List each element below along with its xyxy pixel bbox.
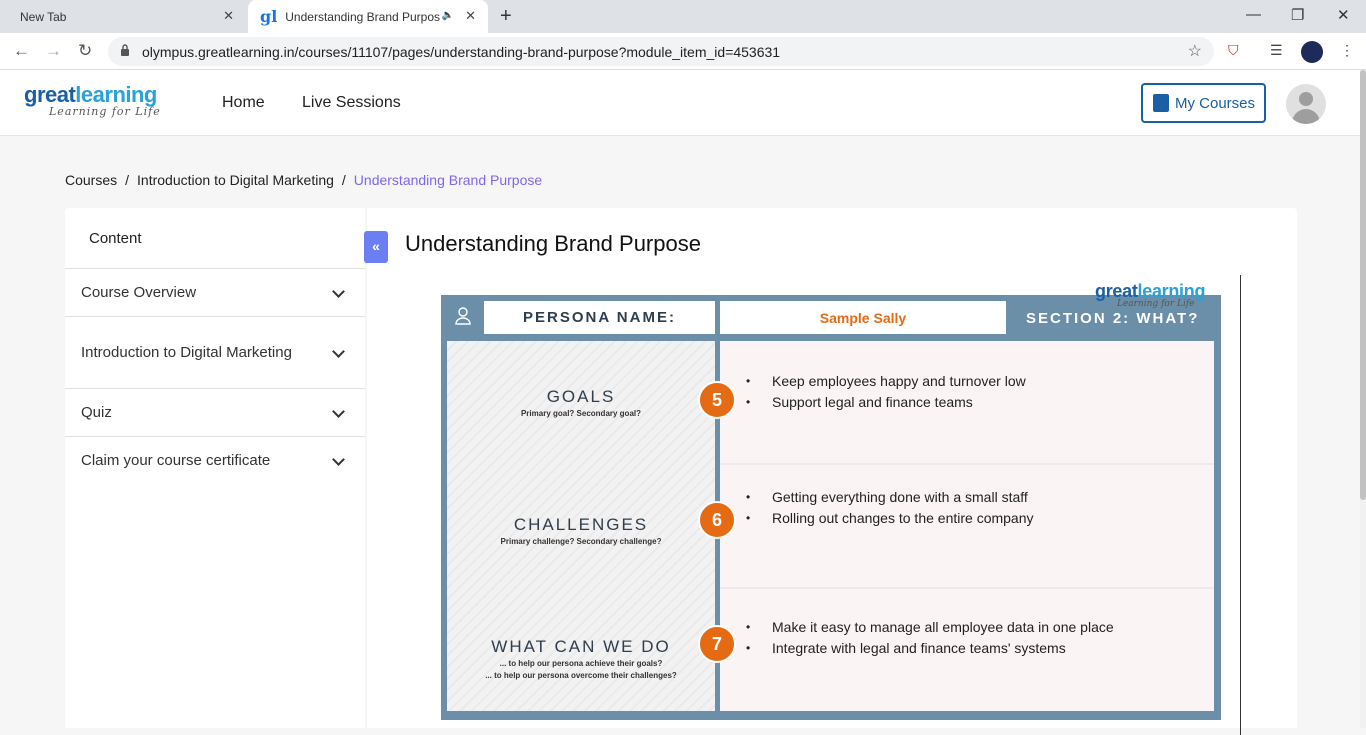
row-divider	[720, 463, 1214, 465]
bullet-item: Integrate with legal and finance teams' …	[746, 638, 1114, 659]
profile-avatar-icon[interactable]	[1301, 41, 1323, 63]
new-tab-plus-icon[interactable]: +	[500, 5, 512, 28]
persona-slide-image: PERSONA NAME: Sample Sally SECTION 2: WH…	[441, 295, 1221, 720]
number-badge: 6	[698, 501, 736, 539]
challenges-bullets: Getting everything done with a small sta…	[746, 487, 1034, 529]
section-label: SECTION 2: WHAT?	[1026, 310, 1200, 327]
media-queue-icon[interactable]: ☰	[1270, 42, 1283, 59]
sidebar-heading: Content	[89, 230, 142, 247]
back-arrow-icon[interactable]: ←	[13, 41, 30, 61]
page-scrollbar[interactable]	[1360, 70, 1366, 728]
address-bar[interactable]: olympus.greatlearning.in/courses/11107/p…	[108, 37, 1214, 66]
row-title-what-can-we-do: WHAT CAN WE DO	[491, 637, 671, 656]
tab-label: Understanding Brand Purpos	[285, 9, 441, 24]
double-chevron-left-icon: «	[372, 238, 380, 254]
breadcrumb: Courses / Introduction to Digital Market…	[65, 172, 542, 188]
row-title-challenges: CHALLENGES	[513, 515, 649, 534]
sidebar-item-label: Quiz	[81, 403, 112, 421]
row-subtitle: Primary goal? Secondary goal?	[520, 409, 642, 418]
breadcrumb-separator: /	[125, 172, 130, 188]
main-content: Understanding Brand Purpose greatlearnin…	[367, 208, 1297, 735]
row-subtitle: ... to help our persona achieve their go…	[499, 659, 663, 668]
chevron-down-icon	[332, 404, 345, 418]
goals-bullets: Keep employees happy and turnover low Su…	[746, 371, 1026, 413]
sidebar-item-label: Introduction to Digital Marketing	[81, 343, 292, 361]
sidebar-item-label: Course Overview	[81, 283, 197, 301]
scrollbar-thumb[interactable]	[1360, 70, 1366, 500]
lock-icon	[121, 44, 129, 56]
sidebar-item-claim-certificate[interactable]: Claim your course certificate	[65, 436, 365, 484]
browser-tab-bar: New Tab ✕ gl Understanding Brand Purpos …	[0, 0, 1366, 33]
row-title-goals: GOALS	[546, 387, 616, 406]
bullet-item: Getting everything done with a small sta…	[746, 487, 1034, 508]
what-can-we-do-bullets: Make it easy to manage all employee data…	[746, 617, 1114, 659]
row-subtitle: ... to help our persona overcome their c…	[485, 671, 677, 680]
sidebar-item-course-overview[interactable]: Course Overview	[65, 268, 365, 316]
collapse-sidebar-button[interactable]: «	[364, 231, 388, 263]
number-badge: 5	[698, 381, 736, 419]
avatar-head-shape	[1299, 92, 1313, 106]
greatlearning-favicon-icon: gl	[260, 7, 278, 26]
persona-name-label: PERSONA NAME:	[484, 301, 715, 334]
bookmark-star-icon[interactable]: ☆	[1188, 41, 1202, 61]
chevron-down-icon	[332, 452, 345, 466]
watermark-word-learning: learning	[1137, 281, 1206, 301]
sidebar-item-label: Claim your course certificate	[81, 451, 271, 469]
logo-tagline: Learning for Life	[49, 105, 161, 118]
page-title: Understanding Brand Purpose	[405, 231, 701, 256]
greatlearning-logo[interactable]: greatlearning Learning for Life	[24, 84, 161, 118]
person-icon	[455, 307, 471, 325]
row-subtitle: Primary challenge? Secondary challenge?	[500, 537, 662, 546]
number-badge: 7	[698, 625, 736, 663]
tab-understanding-brand-purpose[interactable]: gl Understanding Brand Purpos 🔈 ✕	[248, 0, 488, 33]
chevron-down-icon	[332, 344, 345, 358]
breadcrumb-courses[interactable]: Courses	[65, 172, 117, 188]
minimize-icon[interactable]: —	[1246, 6, 1261, 23]
tab-label: New Tab	[20, 9, 67, 24]
logo-word-learning: learning	[75, 82, 157, 107]
close-icon[interactable]: ✕	[465, 8, 476, 24]
persona-name-value: Sample Sally	[720, 301, 1006, 334]
avatar-body-shape	[1292, 109, 1320, 124]
content-sidebar: Content Course Overview Introduction to …	[65, 208, 365, 728]
browser-toolbar: ← → ↻ olympus.greatlearning.in/courses/1…	[0, 33, 1366, 70]
content-divider	[1240, 275, 1241, 735]
watermark-tagline: Learning for Life	[1117, 299, 1195, 309]
breadcrumb-current: Understanding Brand Purpose	[353, 172, 543, 188]
logo-word-great: great	[24, 82, 76, 107]
chevron-down-icon	[332, 284, 345, 298]
tab-new-tab[interactable]: New Tab ✕	[0, 0, 246, 33]
close-icon[interactable]: ✕	[223, 8, 234, 24]
nav-live-sessions-link[interactable]: Live Sessions	[302, 94, 401, 112]
site-header: greatlearning Learning for Life Home Liv…	[0, 70, 1366, 136]
reload-icon[interactable]: ↻	[78, 41, 92, 61]
bullet-item: Rolling out changes to the entire compan…	[746, 508, 1034, 529]
row-divider	[720, 587, 1214, 589]
my-courses-button[interactable]: My Courses	[1141, 83, 1266, 123]
book-icon	[1153, 94, 1169, 112]
sidebar-item-quiz[interactable]: Quiz	[65, 388, 365, 436]
extension-shield-icon[interactable]: ⛉	[1228, 42, 1239, 59]
window-close-icon[interactable]: ✕	[1337, 6, 1350, 24]
breadcrumb-intro-digital-marketing[interactable]: Introduction to Digital Marketing	[137, 172, 334, 188]
sidebar-item-intro-digital-marketing[interactable]: Introduction to Digital Marketing	[65, 316, 365, 388]
menu-kebab-icon[interactable]: ⋮	[1340, 42, 1354, 59]
slide-watermark-logo: greatlearning Learning for Life	[1095, 281, 1206, 309]
user-avatar[interactable]	[1286, 84, 1326, 124]
url-text: olympus.greatlearning.in/courses/11107/p…	[142, 44, 781, 60]
speaker-icon[interactable]: 🔈	[442, 10, 454, 21]
nav-home-link[interactable]: Home	[222, 94, 265, 112]
persona-left-panel: GOALS Primary goal? Secondary goal? CHAL…	[447, 341, 715, 711]
bullet-item: Keep employees happy and turnover low	[746, 371, 1026, 392]
restore-icon[interactable]: ❐	[1291, 6, 1304, 24]
my-courses-label: My Courses	[1175, 94, 1256, 112]
watermark-word-great: great	[1095, 281, 1138, 301]
forward-arrow-icon[interactable]: →	[45, 41, 62, 61]
bullet-item: Make it easy to manage all employee data…	[746, 617, 1114, 638]
breadcrumb-separator: /	[341, 172, 346, 188]
bullet-item: Support legal and finance teams	[746, 392, 1026, 413]
